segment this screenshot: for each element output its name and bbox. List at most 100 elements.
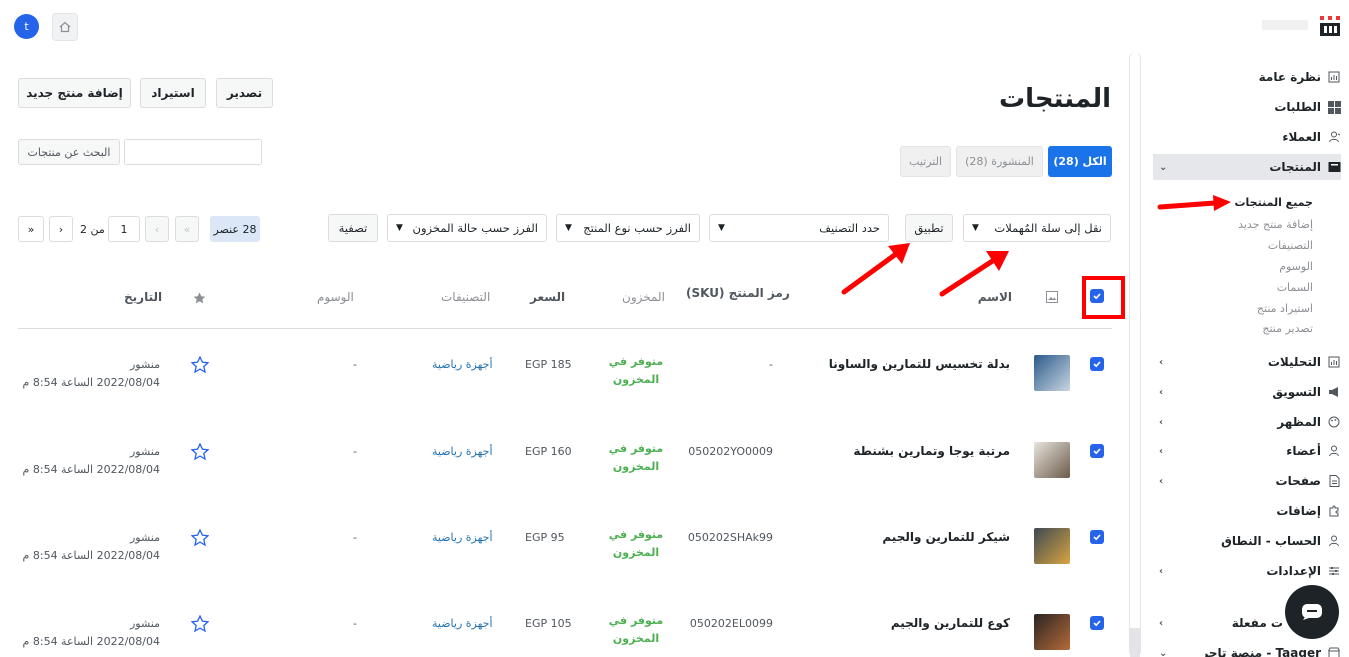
submenu-attributes[interactable]: السمات: [1277, 281, 1313, 294]
home-button[interactable]: [52, 13, 78, 41]
page-icon: [1327, 474, 1341, 488]
sidebar-item-orders[interactable]: الطلبات: [1153, 94, 1341, 120]
sidebar-item-members[interactable]: ‹ أعضاء: [1153, 438, 1341, 464]
stock-status: متوفر في المخزون: [608, 528, 664, 559]
product-name-link[interactable]: بدلة تخسيس للتمارين والساونا: [829, 357, 1010, 371]
store-logo-icon[interactable]: [1318, 14, 1342, 38]
import-button[interactable]: استيراد: [140, 78, 206, 108]
export-button[interactable]: تصدير: [216, 78, 273, 108]
submenu-export-product[interactable]: تصدير منتج: [1262, 322, 1313, 335]
palette-icon: [1327, 415, 1341, 429]
sidebar-item-account-domain[interactable]: الحساب - النطاق: [1153, 528, 1341, 554]
publish-status: منشور: [129, 531, 160, 544]
chevron-down-icon: ⌄: [1159, 161, 1168, 173]
row-checkbox[interactable]: [1090, 616, 1104, 630]
stock-status: متوفر في المخزون: [608, 442, 664, 473]
grid-icon: [1327, 100, 1341, 114]
product-name-link[interactable]: مرتبة يوجا وتمارين بشنطة: [853, 444, 1010, 458]
publish-date: 2022/08/04 الساعة 8:54 م: [22, 463, 160, 476]
last-page-button[interactable]: »: [18, 216, 44, 242]
product-tags: -: [353, 358, 357, 371]
tab-all[interactable]: الكل (28): [1048, 146, 1112, 177]
row-checkbox[interactable]: [1090, 444, 1104, 458]
row-checkbox[interactable]: [1090, 530, 1104, 544]
sidebar-item-pages[interactable]: ‹ صفحات: [1153, 468, 1341, 494]
featured-star-icon[interactable]: [191, 615, 209, 632]
image-column-icon: [1046, 291, 1058, 303]
sidebar-item-products[interactable]: ⌄ المنتجات: [1153, 154, 1341, 180]
sidebar-item-label: ت مفعلة: [1231, 616, 1283, 630]
sidebar-item-taager[interactable]: ⌄ Taager - منصة تاجر: [1153, 640, 1341, 657]
sidebar-item-marketing[interactable]: ‹ التسويق: [1153, 379, 1341, 405]
chevron-down-icon: ▼: [972, 223, 979, 233]
submenu-all-products[interactable]: جميع المنتجات: [1234, 196, 1313, 209]
search-button[interactable]: البحث عن منتجات: [18, 139, 120, 165]
sidebar-item-addons[interactable]: إضافات: [1153, 498, 1341, 524]
sidebar-item-label: الإعدادات: [1266, 564, 1321, 578]
page-title: المنتجات: [999, 84, 1111, 114]
product-name-link[interactable]: كوع للتمارين والجيم: [891, 616, 1010, 630]
stock-status-select[interactable]: الفرز حسب حالة المخزون ▼: [387, 214, 547, 242]
annotation-arrow: [841, 243, 910, 295]
chevron-down-icon: ▼: [396, 223, 403, 233]
submenu-categories[interactable]: التصنيفات: [1268, 239, 1313, 252]
page-total: من 2: [80, 222, 105, 236]
sidebar-item-label: صفحات: [1275, 474, 1321, 488]
column-header-date[interactable]: التاريخ: [124, 290, 162, 304]
search-input[interactable]: [124, 139, 262, 165]
stock-status: متوفر في المخزون: [608, 614, 664, 645]
sidebar-item-appearance[interactable]: ‹ المظهر: [1153, 409, 1341, 435]
product-price: EGP 185: [525, 358, 572, 371]
filter-button[interactable]: تصفية: [328, 214, 378, 242]
featured-star-icon[interactable]: [191, 443, 209, 460]
check-icon: [1093, 620, 1101, 627]
submenu-add-product[interactable]: إضافة منتج جديد: [1238, 218, 1313, 231]
row-checkbox[interactable]: [1090, 357, 1104, 371]
category-link[interactable]: أجهزة رياضية: [432, 445, 493, 458]
next-page-button[interactable]: ›: [49, 216, 73, 242]
scrollbar-thumb[interactable]: [1130, 628, 1140, 657]
category-link[interactable]: أجهزة رياضية: [432, 358, 493, 371]
users-icon: [1327, 130, 1341, 144]
user-avatar[interactable]: t: [14, 14, 39, 39]
category-link[interactable]: أجهزة رياضية: [432, 531, 493, 544]
select-label: الفرز حسب نوع المنتج: [583, 221, 691, 235]
product-thumbnail[interactable]: [1034, 614, 1070, 650]
featured-star-icon[interactable]: [191, 356, 209, 373]
submenu-tags[interactable]: الوسوم: [1279, 260, 1313, 273]
submenu-import-product[interactable]: استيراد منتج: [1257, 302, 1313, 315]
bulk-action-select[interactable]: نقل إلى سلة المُهملات ▼: [963, 214, 1111, 242]
table-header-divider: [18, 328, 1112, 329]
featured-star-icon[interactable]: [191, 529, 209, 546]
column-header-sku[interactable]: رمز المنتج (SKU): [686, 286, 790, 300]
sidebar-item-overview[interactable]: نظرة عامة: [1153, 64, 1341, 90]
chevron-left-icon: ‹: [1159, 356, 1164, 368]
page-number-input[interactable]: 1: [108, 216, 140, 242]
product-thumbnail[interactable]: [1034, 528, 1070, 564]
sidebar: نظرة عامة الطلبات العملاء ⌄ المنتجات جمي…: [1144, 56, 1349, 657]
sliders-icon: [1327, 564, 1341, 578]
publish-status: منشور: [129, 445, 160, 458]
chat-icon: [1302, 604, 1322, 620]
chevron-left-icon: ‹: [1159, 445, 1164, 457]
add-product-button[interactable]: إضافة منتج جديد: [18, 78, 131, 108]
sidebar-item-customers[interactable]: العملاء: [1153, 124, 1341, 150]
product-name-link[interactable]: شيكر للتمارين والجيم: [882, 530, 1010, 544]
tab-published[interactable]: المنشورة (28): [956, 146, 1043, 177]
sidebar-item-settings[interactable]: ‹ الإعدادات: [1153, 558, 1341, 584]
product-sku: -: [769, 358, 773, 371]
product-thumbnail[interactable]: [1034, 442, 1070, 478]
first-page-button[interactable]: «: [175, 216, 199, 242]
category-link[interactable]: أجهزة رياضية: [432, 617, 493, 630]
tab-sorting[interactable]: الترتيب: [900, 146, 951, 177]
column-header-price[interactable]: السعر: [530, 290, 565, 304]
sidebar-item-label: المظهر: [1277, 415, 1321, 429]
chat-button[interactable]: [1285, 585, 1339, 639]
prev-page-button[interactable]: ‹: [145, 216, 169, 242]
scrollbar-track[interactable]: [1129, 52, 1141, 657]
product-price: EGP 95: [525, 531, 565, 544]
sidebar-item-analytics[interactable]: ‹ التحليلات: [1153, 349, 1341, 375]
annotation-highlight-box: [1082, 276, 1125, 319]
product-thumbnail[interactable]: [1034, 355, 1070, 391]
product-type-select[interactable]: الفرز حسب نوع المنتج ▼: [556, 214, 700, 242]
